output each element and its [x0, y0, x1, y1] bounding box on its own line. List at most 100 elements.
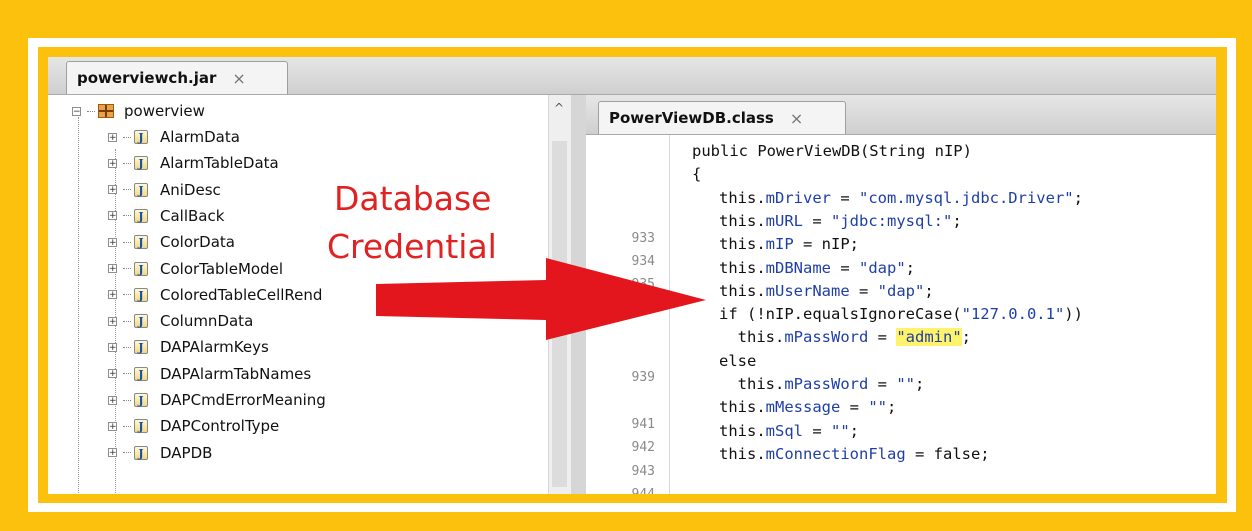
tree-item[interactable]: + J DAPDB	[108, 441, 212, 465]
tree-item[interactable]: + J ColoredTableCellRend	[108, 283, 322, 307]
code-keyword: this.	[719, 188, 766, 207]
minus-box-icon[interactable]: −	[72, 106, 81, 116]
code-punct: ;	[924, 281, 934, 300]
code-line: this.mPassWord = "admin";	[719, 328, 971, 347]
tree-connector	[123, 346, 131, 348]
tab-label: powerviewch.jar	[77, 69, 217, 87]
tree-item[interactable]: + J AlarmData	[108, 125, 240, 149]
code-operator: =	[831, 188, 859, 207]
code-line: this.mConnectionFlag = false;	[719, 445, 990, 463]
plus-box-icon[interactable]: +	[108, 421, 117, 431]
code-operator: =	[840, 398, 869, 417]
code-keyword: else	[719, 351, 757, 370]
code-operator: =	[831, 258, 859, 277]
tree-connector	[123, 241, 131, 243]
tree-item-label: ColorData	[160, 233, 235, 252]
code-line: else	[719, 352, 756, 370]
plus-box-icon[interactable]: +	[108, 448, 117, 458]
code-string: "dap"	[859, 258, 906, 277]
tree-item[interactable]: + J DAPAlarmTabNames	[108, 362, 311, 386]
tree-item[interactable]: + J DAPControlType	[108, 414, 279, 438]
code-line: this.mMessage = "";	[719, 398, 896, 416]
line-number: 942	[631, 440, 655, 456]
java-class-icon: J	[134, 314, 148, 329]
code-string: ""	[896, 375, 915, 393]
plus-box-icon[interactable]: +	[108, 185, 117, 195]
tree-item[interactable]: + J ColorData	[108, 230, 235, 254]
code-keyword: this.	[719, 444, 766, 463]
java-class-icon: J	[134, 261, 148, 276]
tree-item[interactable]: + J DAPAlarmKeys	[108, 335, 269, 359]
plus-box-icon[interactable]: +	[108, 369, 117, 379]
tree-root-label: powerview	[124, 102, 205, 120]
chevron-up-icon[interactable]: ^	[554, 101, 564, 115]
tree-item-label: ColoredTableCellRend	[160, 285, 323, 304]
code-keyword: this.	[719, 398, 766, 417]
code-punct: ;	[887, 398, 897, 417]
plus-box-icon[interactable]: +	[108, 211, 117, 221]
code-line: this.mUserName = "dap";	[719, 282, 934, 300]
tree-item-label: ColumnData	[160, 312, 254, 331]
line-number: 943	[631, 463, 655, 479]
close-icon[interactable]: ×	[790, 109, 803, 128]
code-field: mUserName	[765, 281, 850, 300]
plus-box-icon[interactable]: +	[108, 132, 117, 142]
tree-item[interactable]: + J CallBack	[108, 204, 224, 228]
tree-connector	[123, 373, 131, 375]
code-punct: ;	[961, 328, 971, 347]
java-class-icon: J	[134, 366, 148, 381]
code-field: mPassWord	[784, 328, 869, 347]
plus-box-icon[interactable]: +	[108, 342, 117, 352]
plus-box-icon[interactable]: +	[108, 395, 117, 405]
java-class-icon: J	[134, 393, 148, 407]
tree-guide-line	[78, 117, 79, 494]
plus-box-icon[interactable]: +	[108, 290, 117, 300]
code-text: public PowerViewDB(String nIP)	[692, 142, 972, 160]
code-string: "admin"	[896, 328, 962, 347]
java-class-icon: J	[134, 156, 148, 171]
code-keyword: this.	[719, 235, 766, 254]
tree-connector	[123, 399, 131, 401]
java-class-icon: J	[134, 235, 148, 250]
line-number: 939	[631, 370, 655, 386]
tree-item[interactable]: + J ColumnData	[108, 309, 253, 333]
code-field: mURL	[765, 211, 803, 230]
java-class-icon: J	[134, 445, 148, 460]
code-line: this.mURL = "jdbc:mysql:";	[719, 212, 962, 230]
code-field: mConnectionFlag	[765, 444, 906, 463]
code-operator: =	[868, 375, 897, 393]
tab-label: PowerViewDB.class	[609, 109, 774, 127]
code-punct: ;	[849, 421, 860, 440]
code-line: if (!nIP.equalsIgnoreCase("127.0.0.1"))	[719, 305, 1083, 323]
code-string: "127.0.0.1"	[961, 305, 1065, 324]
code-operator: = nIP;	[793, 235, 859, 254]
code-operator: =	[849, 281, 878, 300]
code-field: mDBName	[765, 258, 831, 277]
code-string: ""	[868, 398, 887, 417]
java-class-icon: J	[134, 208, 148, 223]
code-operator: =	[803, 211, 831, 230]
close-icon[interactable]: ×	[232, 69, 245, 88]
tree-item[interactable]: + J DAPCmdErrorMeaning	[108, 388, 326, 412]
tree-item[interactable]: + J AlarmTableData	[108, 151, 279, 175]
ide-screenshot: powerviewch.jar × − powerview + J AlarmDat…	[48, 57, 1216, 494]
tree-root-powerview[interactable]: − powerview	[72, 99, 205, 123]
code-operator: =	[803, 421, 831, 440]
tab-powerviewch-jar[interactable]: powerviewch.jar ×	[66, 61, 288, 94]
tab-powerviewdb-class[interactable]: PowerViewDB.class ×	[598, 101, 846, 134]
code-string: "jdbc:mysql:"	[831, 211, 953, 230]
tree-item-label: AniDesc	[160, 180, 221, 199]
tree-item[interactable]: + J AniDesc	[108, 178, 221, 202]
tree-connector	[123, 268, 131, 269]
code-punct: ;	[1073, 188, 1083, 207]
code-operator: =	[868, 328, 897, 347]
plus-box-icon[interactable]: +	[108, 237, 117, 247]
code-string: "com.mysql.jdbc.Driver"	[859, 188, 1074, 207]
tree-item-label: CallBack	[160, 206, 225, 225]
tree-connector	[123, 189, 131, 191]
plus-box-icon[interactable]: +	[108, 158, 117, 168]
package-icon	[98, 104, 114, 118]
tree-item[interactable]: + J ColorTableModel	[108, 257, 283, 281]
plus-box-icon[interactable]: +	[108, 316, 117, 326]
plus-box-icon[interactable]: +	[108, 264, 117, 274]
